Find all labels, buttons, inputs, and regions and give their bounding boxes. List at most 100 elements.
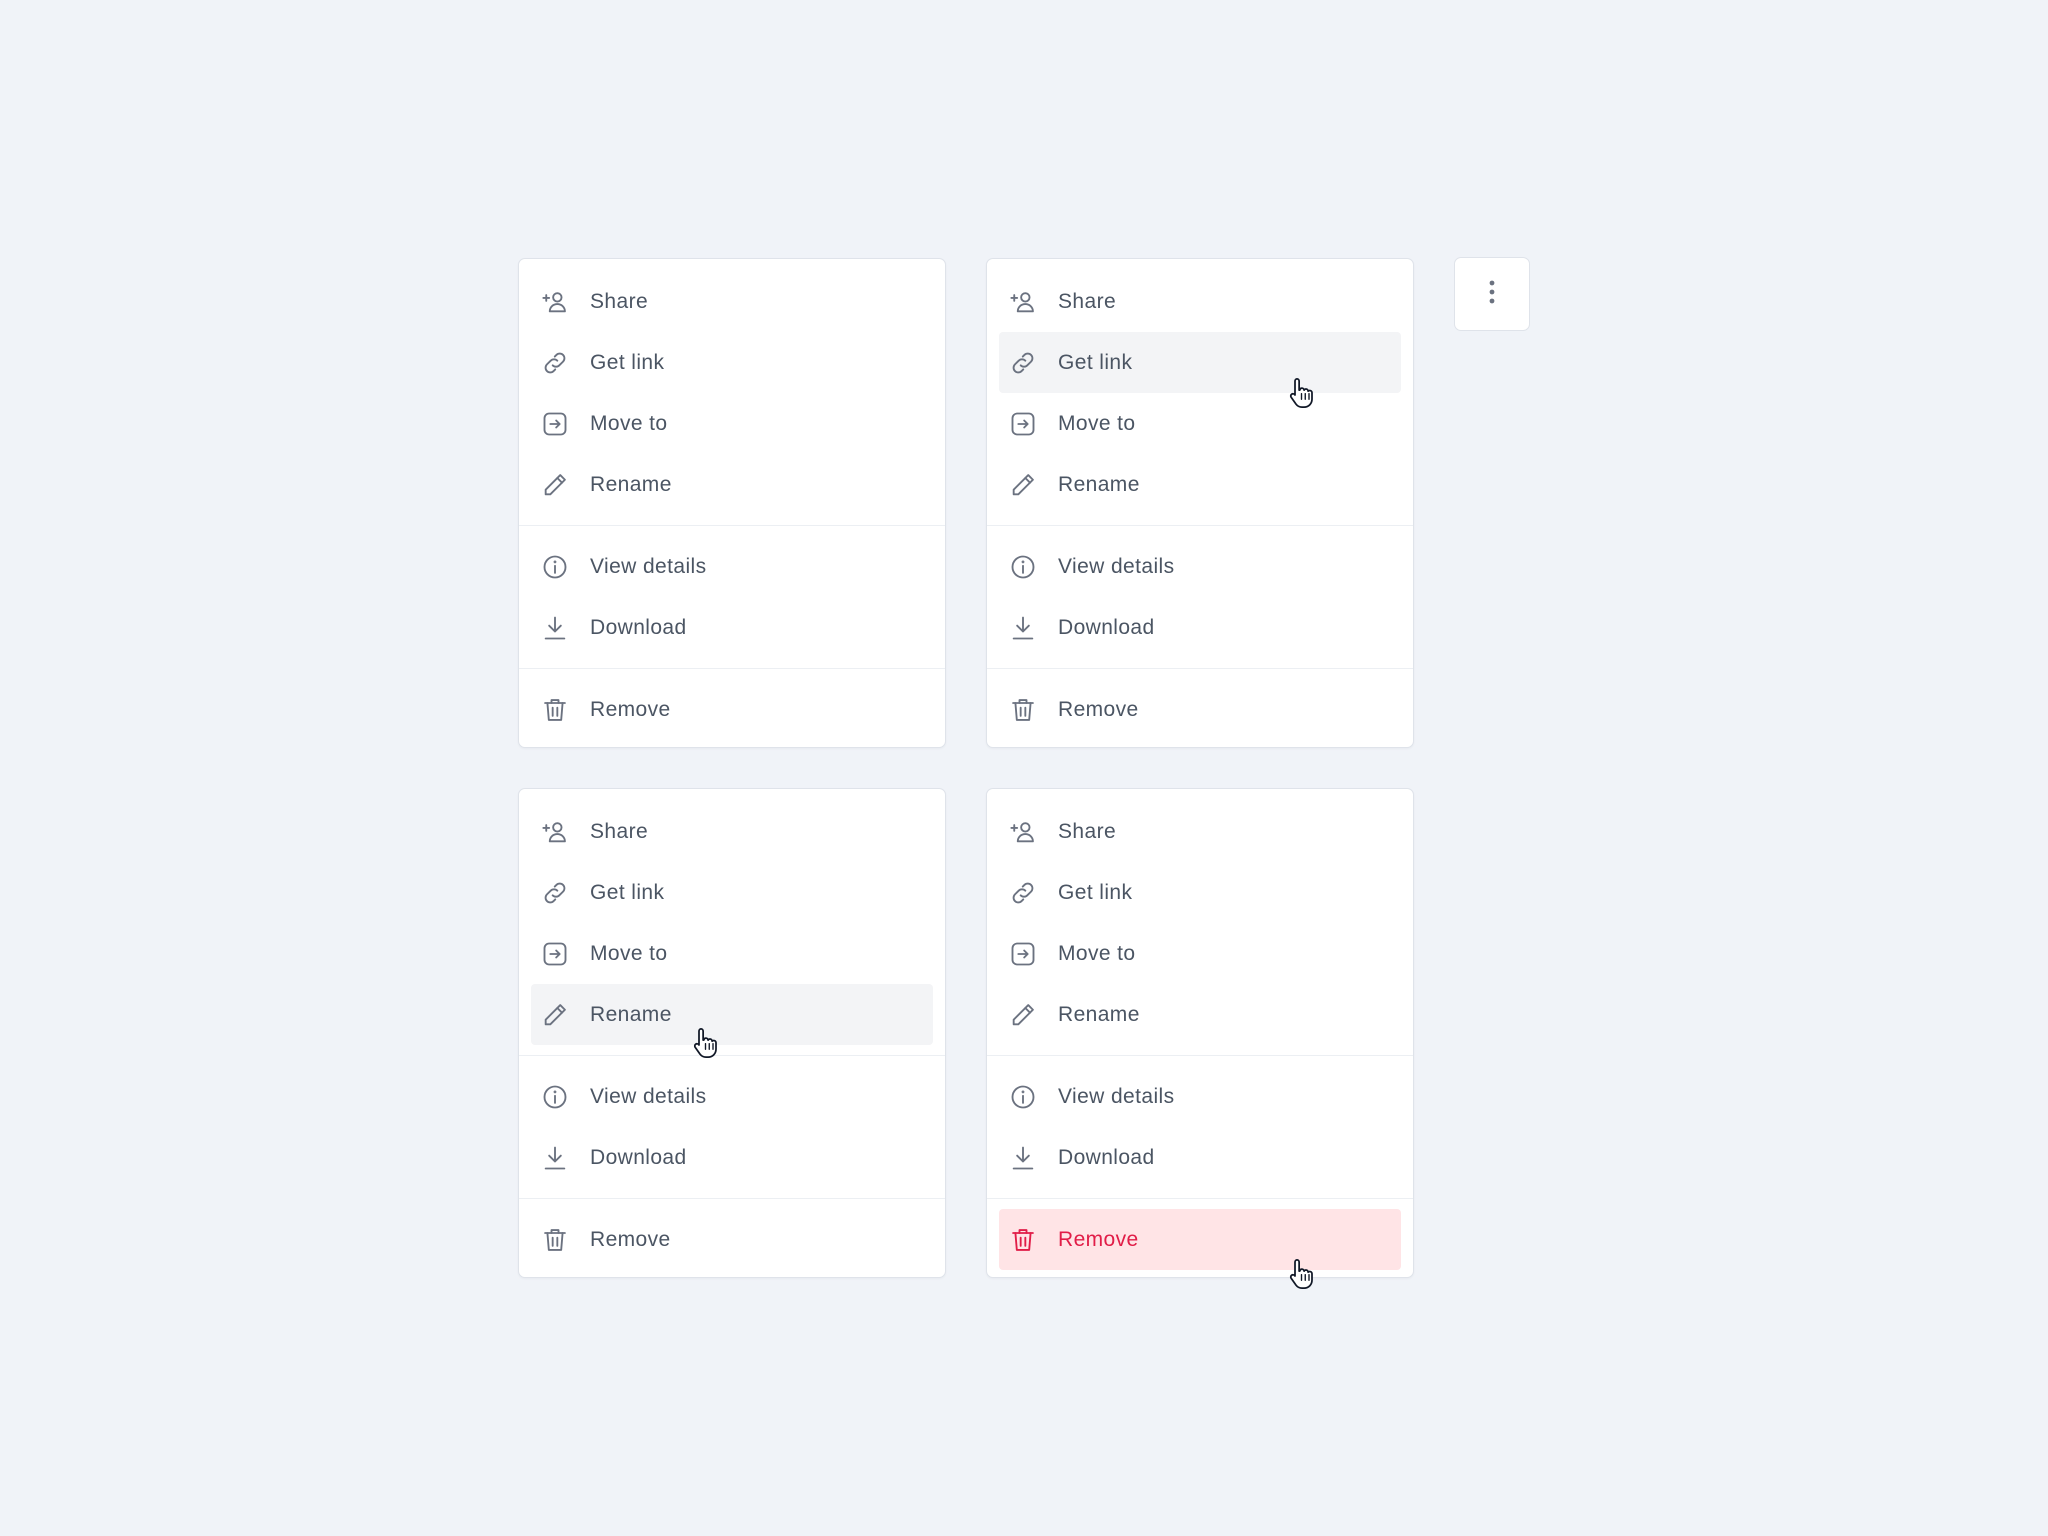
menu-item-rename[interactable]: Rename: [531, 454, 933, 515]
menu-item-view-details[interactable]: View details: [531, 536, 933, 597]
menu-divider: [519, 668, 945, 669]
hand-pointer-cursor-icon: [1287, 1257, 1317, 1291]
menu-item-label: Rename: [590, 472, 672, 496]
context-menu-default: Share Get link Move to Rename View detai…: [518, 258, 946, 748]
user-plus-icon: [1008, 817, 1038, 847]
arrow-right-square-icon: [540, 409, 570, 439]
menu-item-move-to[interactable]: Move to: [999, 393, 1401, 454]
menu-item-share[interactable]: Share: [999, 271, 1401, 332]
menu-item-label: Share: [1058, 289, 1117, 313]
menu-item-move-to[interactable]: Move to: [531, 923, 933, 984]
pencil-icon: [540, 1000, 570, 1030]
menu-item-view-details[interactable]: View details: [999, 1066, 1401, 1127]
menu-item-share[interactable]: Share: [999, 801, 1401, 862]
menu-item-label: Rename: [590, 1002, 672, 1026]
menu-item-label: Get link: [1058, 880, 1133, 904]
link-icon: [540, 348, 570, 378]
menu-item-get-link[interactable]: Get link: [999, 332, 1401, 408]
download-icon: [540, 613, 570, 643]
menu-item-remove[interactable]: Remove: [531, 679, 933, 740]
menu-item-download[interactable]: Download: [999, 1127, 1401, 1188]
download-icon: [1008, 1143, 1038, 1173]
menu-item-get-link[interactable]: Get link: [531, 332, 933, 393]
menu-item-remove[interactable]: Remove: [999, 1209, 1401, 1289]
menu-item-label: Download: [1058, 615, 1155, 639]
menu-item-download[interactable]: Download: [531, 597, 933, 658]
menu-group-secondary: View details Download: [987, 1066, 1413, 1188]
menu-item-label: Get link: [1058, 350, 1133, 374]
menu-item-get-link[interactable]: Get link: [531, 862, 933, 923]
trash-icon: [1008, 695, 1038, 725]
menu-item-label: Rename: [1058, 472, 1140, 496]
menu-item-share[interactable]: Share: [531, 271, 933, 332]
pencil-icon: [1008, 1000, 1038, 1030]
menu-item-label: Move to: [590, 941, 668, 965]
menu-item-label: View details: [590, 1084, 707, 1108]
info-circle-icon: [1008, 552, 1038, 582]
menu-item-label: Remove: [590, 697, 671, 721]
menu-item-view-details[interactable]: View details: [531, 1066, 933, 1127]
menu-item-view-details[interactable]: View details: [999, 536, 1401, 597]
user-plus-icon: [540, 817, 570, 847]
menu-divider: [519, 525, 945, 526]
menu-group-primary: Share Get link Move to Rename: [519, 801, 945, 1058]
menu-item-get-link[interactable]: Get link: [999, 862, 1401, 923]
link-icon: [1008, 348, 1038, 378]
menu-item-move-to[interactable]: Move to: [999, 923, 1401, 984]
menu-group-danger: Remove: [519, 679, 945, 740]
menu-item-label: Move to: [1058, 941, 1136, 965]
info-circle-icon: [540, 552, 570, 582]
menu-item-label: Download: [590, 615, 687, 639]
menu-item-label: Get link: [590, 350, 665, 374]
more-vertical-icon: [1487, 279, 1497, 310]
menu-item-rename[interactable]: Rename: [999, 984, 1401, 1045]
context-menu-hover-remove: Share Get link Move to Rename View detai…: [986, 788, 1414, 1289]
menu-item-label: Remove: [1058, 697, 1139, 721]
menu-item-label: Share: [590, 289, 649, 313]
menu-divider: [987, 1198, 1413, 1199]
menu-item-label: View details: [1058, 554, 1175, 578]
arrow-right-square-icon: [1008, 939, 1038, 969]
menu-item-download[interactable]: Download: [999, 597, 1401, 658]
arrow-right-square-icon: [540, 939, 570, 969]
menu-group-secondary: View details Download: [519, 536, 945, 658]
menu-item-move-to[interactable]: Move to: [531, 393, 933, 454]
menu-item-label: View details: [1058, 1084, 1175, 1108]
context-menu-hover-get-link: Share Get link Move to Rename View detai…: [986, 258, 1414, 748]
menu-divider: [987, 668, 1413, 669]
menu-item-label: Download: [590, 1145, 687, 1169]
menu-item-label: Remove: [1058, 1227, 1139, 1251]
download-icon: [540, 1143, 570, 1173]
menu-group-danger: Remove: [987, 1209, 1413, 1289]
more-options-button[interactable]: [1454, 257, 1530, 331]
menu-group-primary: Share Get link Move to Rename: [519, 271, 945, 515]
pencil-icon: [1008, 470, 1038, 500]
menu-item-label: Remove: [590, 1227, 671, 1251]
menu-item-label: Share: [1058, 819, 1117, 843]
pencil-icon: [540, 470, 570, 500]
menu-item-remove[interactable]: Remove: [531, 1209, 933, 1270]
trash-icon: [540, 1225, 570, 1255]
menu-divider: [519, 1198, 945, 1199]
menu-item-label: Share: [590, 819, 649, 843]
menu-item-download[interactable]: Download: [531, 1127, 933, 1188]
link-icon: [1008, 878, 1038, 908]
menu-divider: [987, 1055, 1413, 1056]
menu-group-danger: Remove: [519, 1209, 945, 1270]
menu-group-primary: Share Get link Move to Rename: [987, 801, 1413, 1045]
menu-item-share[interactable]: Share: [531, 801, 933, 862]
context-menu-hover-rename: Share Get link Move to Rename View detai…: [518, 788, 946, 1278]
menu-item-label: Download: [1058, 1145, 1155, 1169]
menu-group-secondary: View details Download: [987, 536, 1413, 658]
download-icon: [1008, 613, 1038, 643]
menu-item-label: Move to: [590, 411, 668, 435]
menu-group-danger: Remove: [987, 679, 1413, 740]
menu-item-remove[interactable]: Remove: [999, 679, 1401, 740]
menu-item-label: Get link: [590, 880, 665, 904]
menu-item-rename[interactable]: Rename: [531, 984, 933, 1058]
trash-icon: [1008, 1225, 1038, 1255]
arrow-right-square-icon: [1008, 409, 1038, 439]
menu-item-rename[interactable]: Rename: [999, 454, 1401, 515]
user-plus-icon: [1008, 287, 1038, 317]
menu-item-label: Rename: [1058, 1002, 1140, 1026]
